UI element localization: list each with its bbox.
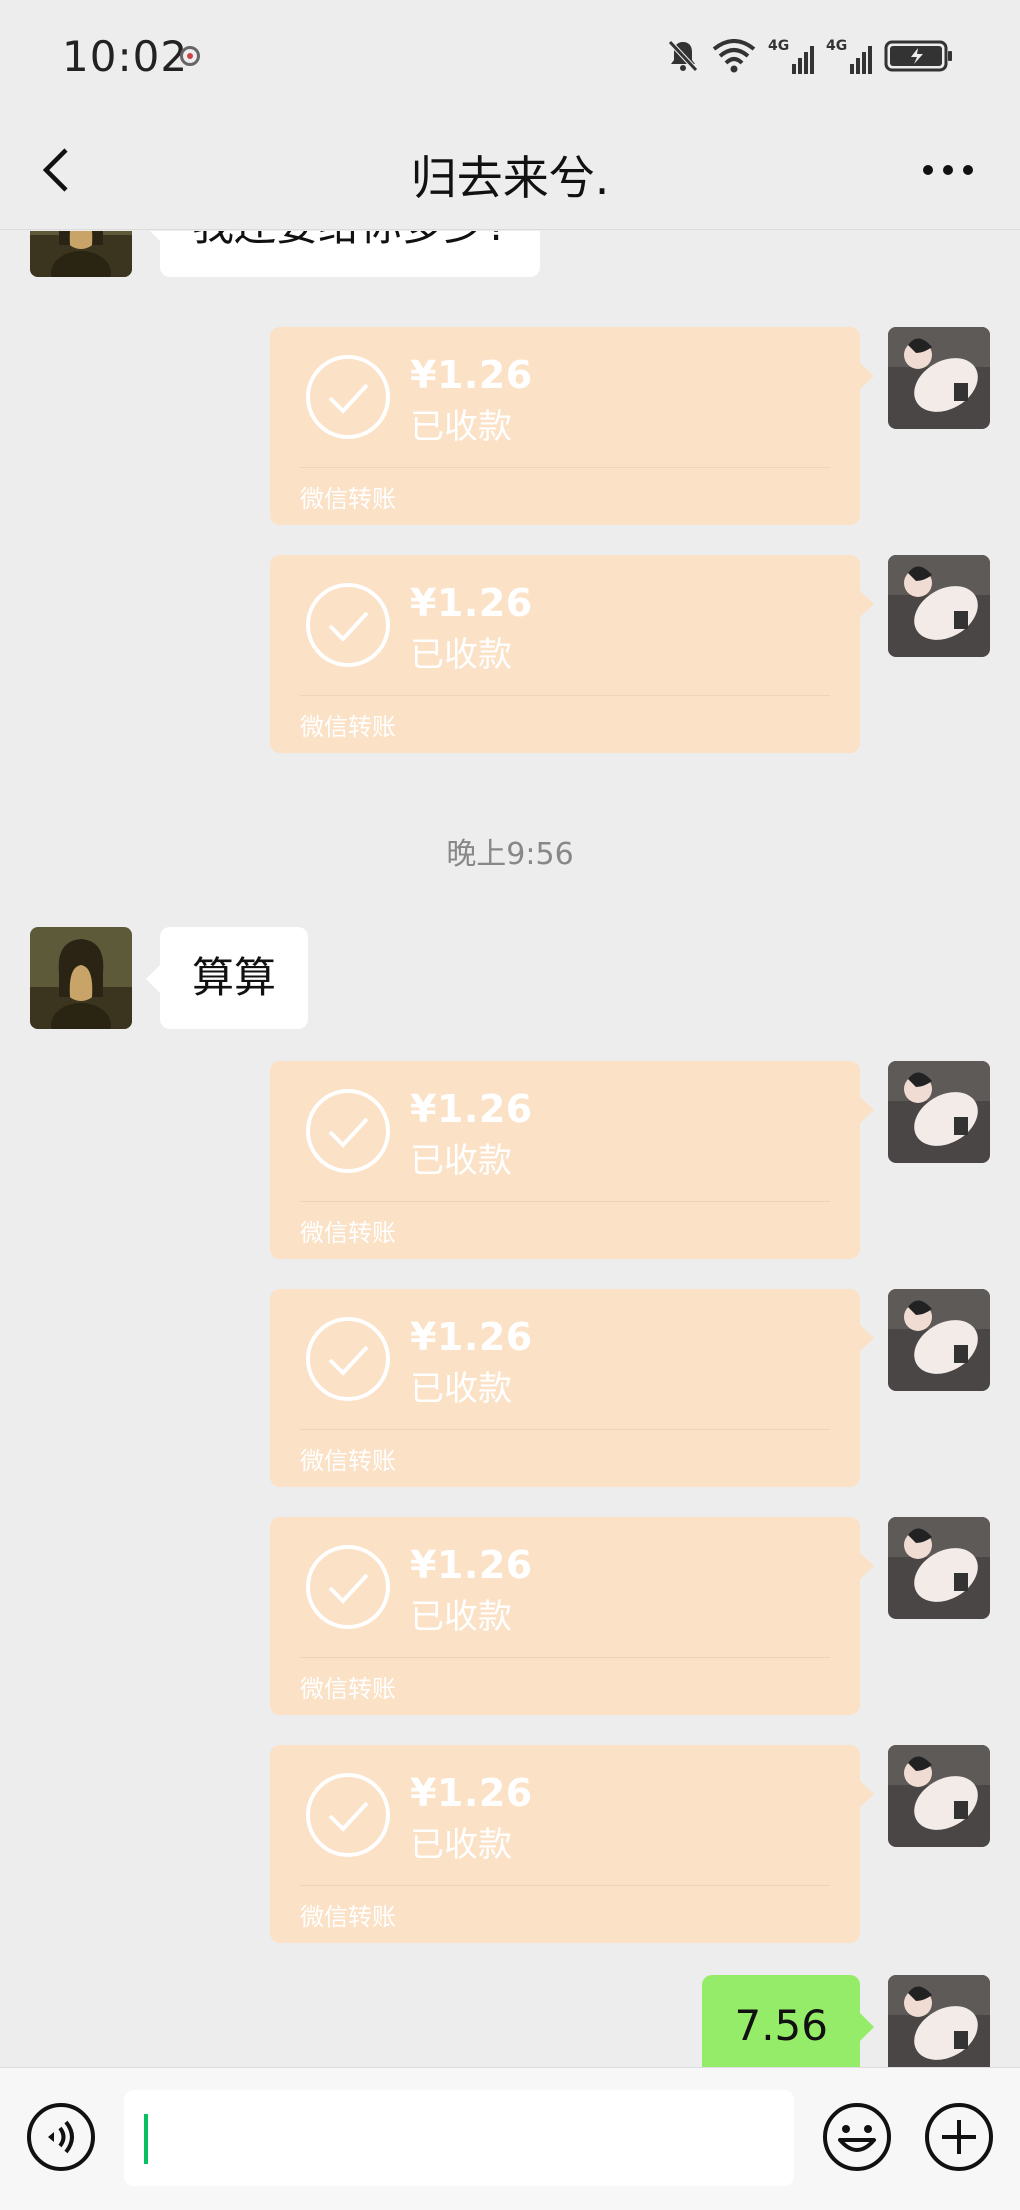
divider — [300, 1657, 830, 1658]
status-bar: 10:02 4G 4G — [0, 0, 1020, 112]
transfer-status: 已收款 — [410, 407, 512, 447]
transfer-source: 微信转账 — [300, 1675, 396, 1703]
notification-icon — [180, 46, 200, 66]
text-caret — [144, 2114, 148, 2164]
contact-avatar[interactable] — [30, 231, 132, 277]
check-circle-icon — [306, 1089, 390, 1173]
status-time: 10:02 — [62, 32, 189, 81]
message-input[interactable] — [124, 2090, 794, 2186]
transfer-amount: ¥1.26 — [410, 1771, 533, 1815]
network-type-1: 4G — [768, 38, 790, 54]
time-separator: 晚上9:56 — [446, 837, 574, 872]
bell-muted-icon — [668, 40, 698, 72]
incoming-text-bubble[interactable]: 我还要给你多少? — [145, 231, 541, 277]
transfer-amount: ¥1.26 — [410, 353, 533, 397]
chat-header: 归去来兮. — [0, 112, 1020, 230]
transfer-status: 已收款 — [410, 1369, 512, 1409]
transfer-status: 已收款 — [410, 1597, 512, 1637]
transfer-source: 微信转账 — [300, 485, 396, 513]
transfer-card[interactable]: ¥1.26 已收款 微信转账 — [270, 555, 874, 753]
chat-messages: 我还要给你多少? ¥1.26 已收款 微信转账 ¥1.26 已收款 微信转账 — [0, 231, 1020, 2067]
transfer-card[interactable]: ¥1.26 已收款 微信转账 — [270, 1061, 874, 1259]
message-text: 我还要给你多少? — [192, 231, 508, 250]
emoji-icon[interactable] — [822, 2102, 892, 2172]
signal-2: 4G — [826, 38, 872, 74]
my-avatar[interactable] — [888, 1061, 990, 1163]
transfer-source: 微信转账 — [300, 713, 396, 741]
transfer-amount: ¥1.26 — [410, 1315, 533, 1359]
transfer-source: 微信转账 — [300, 1219, 396, 1247]
plus-icon[interactable] — [924, 2102, 994, 2172]
my-avatar[interactable] — [888, 1975, 990, 2067]
divider — [300, 467, 830, 468]
contact-avatar[interactable] — [30, 927, 132, 1029]
check-circle-icon — [306, 1773, 390, 1857]
wifi-icon — [712, 39, 756, 73]
network-type-2: 4G — [826, 38, 848, 54]
divider — [300, 1201, 830, 1202]
check-circle-icon — [306, 583, 390, 667]
signal-1: 4G — [768, 38, 814, 74]
message-text: 算算 — [192, 953, 277, 1002]
transfer-source: 微信转账 — [300, 1447, 396, 1475]
my-avatar[interactable] — [888, 555, 990, 657]
check-circle-icon — [306, 1317, 390, 1401]
transfer-amount: ¥1.26 — [410, 581, 533, 625]
transfer-amount: ¥1.26 — [410, 1543, 533, 1587]
my-avatar[interactable] — [888, 327, 990, 429]
chat-title: 归去来兮. — [410, 151, 610, 205]
transfer-status: 已收款 — [410, 1825, 512, 1865]
transfer-card[interactable]: ¥1.26 已收款 微信转账 — [270, 1745, 874, 1943]
transfer-card[interactable]: ¥1.26 已收款 微信转账 — [270, 327, 874, 525]
status-icons: 4G 4G — [666, 34, 954, 78]
message-text: 7.56 — [734, 2001, 828, 2050]
my-avatar[interactable] — [888, 1517, 990, 1619]
check-circle-icon — [306, 355, 390, 439]
incoming-text-bubble[interactable]: 算算 — [145, 927, 309, 1029]
transfer-card[interactable]: ¥1.26 已收款 微信转账 — [270, 1517, 874, 1715]
voice-icon[interactable] — [26, 2102, 96, 2172]
divider — [300, 1429, 830, 1430]
transfer-status: 已收款 — [410, 1141, 512, 1181]
input-bar — [0, 2067, 1020, 2210]
outgoing-text-bubble[interactable]: 7.56 — [702, 1975, 874, 2067]
more-dots-icon[interactable] — [920, 148, 976, 192]
divider — [300, 1885, 830, 1886]
transfer-card[interactable]: ¥1.26 已收款 微信转账 — [270, 1289, 874, 1487]
transfer-amount: ¥1.26 — [410, 1087, 533, 1131]
battery-icon — [884, 40, 952, 72]
my-avatar[interactable] — [888, 1289, 990, 1391]
transfer-source: 微信转账 — [300, 1903, 396, 1931]
transfer-status: 已收款 — [410, 635, 512, 675]
my-avatar[interactable] — [888, 1745, 990, 1847]
check-circle-icon — [306, 1545, 390, 1629]
divider — [300, 695, 830, 696]
